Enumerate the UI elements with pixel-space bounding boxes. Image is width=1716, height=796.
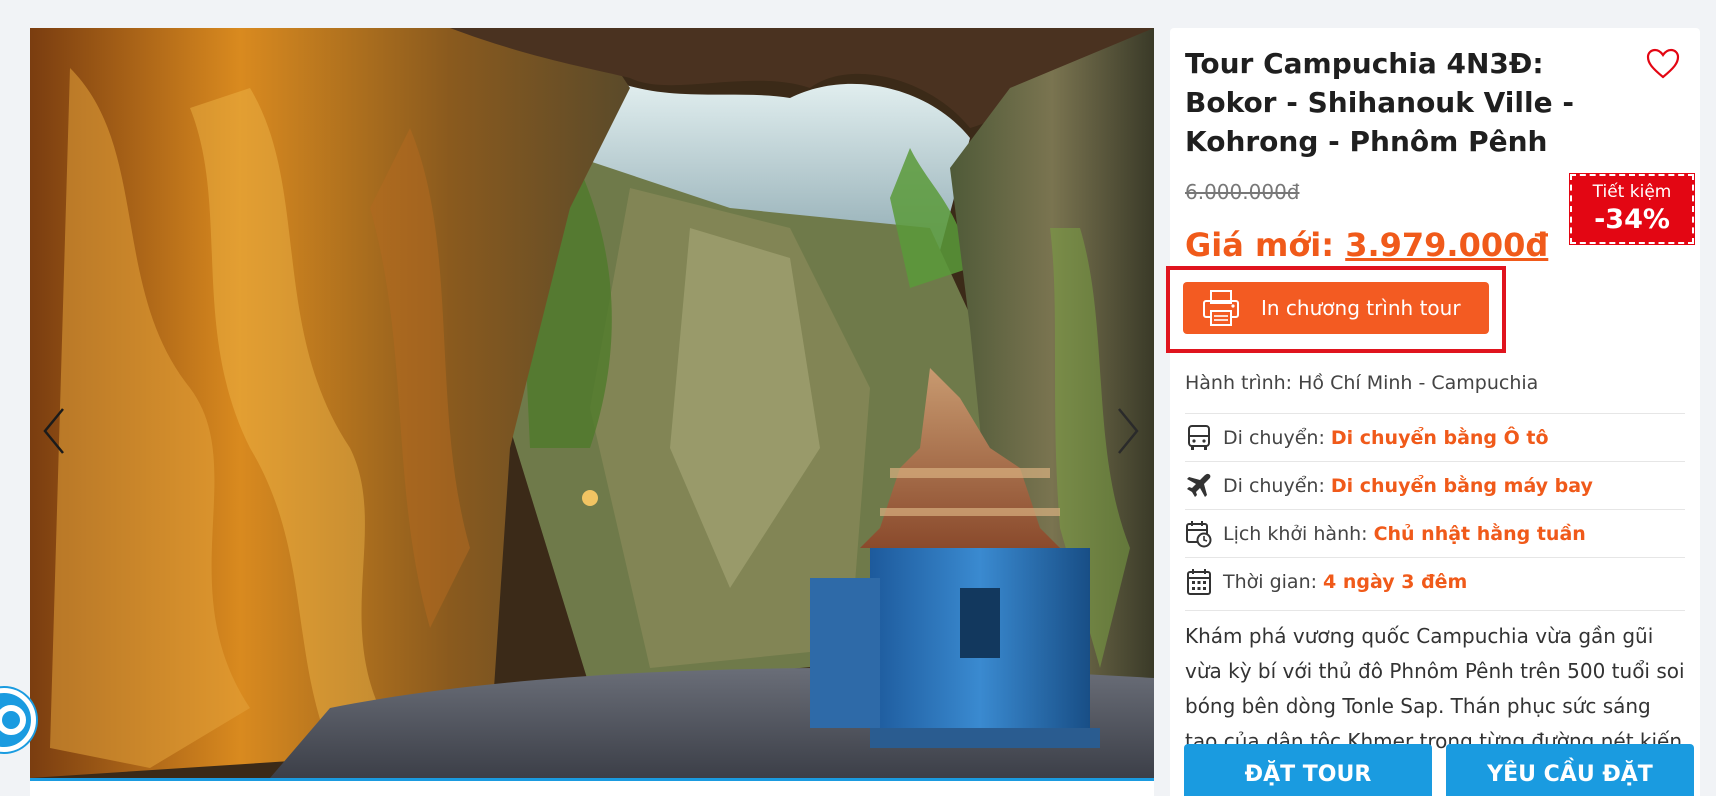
old-price: 6.000.000đ bbox=[1185, 180, 1300, 204]
discount-label: Tiết kiệm bbox=[1592, 182, 1672, 202]
gallery-thumbnail-strip bbox=[30, 778, 1154, 796]
gallery-next-arrow[interactable] bbox=[1108, 398, 1148, 464]
print-tour-program-button[interactable]: In chương trình tour bbox=[1183, 282, 1489, 334]
transport-plane-row: Di chuyển: Di chuyển bằng máy bay bbox=[1185, 461, 1685, 509]
calendar-icon bbox=[1185, 568, 1213, 596]
gallery-prev-arrow[interactable] bbox=[34, 398, 74, 464]
transport-plane-label: Di chuyển: bbox=[1223, 474, 1325, 497]
discount-percent: -34% bbox=[1594, 204, 1670, 235]
printer-icon bbox=[1197, 282, 1245, 334]
cave-temple-photo bbox=[30, 28, 1154, 778]
chevron-right-icon bbox=[1118, 408, 1139, 454]
tour-detail-panel: Tour Campuchia 4N3Đ: Bokor - Shihanouk V… bbox=[1166, 28, 1700, 796]
discount-badge: Tiết kiệm -34% bbox=[1569, 173, 1695, 245]
tour-title: Tour Campuchia 4N3Đ: Bokor - Shihanouk V… bbox=[1185, 47, 1574, 158]
departure-schedule-value: Chủ nhật hằng tuần bbox=[1373, 522, 1586, 545]
duration-value: 4 ngày 3 đêm bbox=[1323, 570, 1468, 593]
calendar-clock-icon bbox=[1185, 520, 1213, 548]
transport-car-row: Di chuyển: Di chuyển bằng Ô tô bbox=[1185, 413, 1685, 461]
new-price-label: Giá mới: bbox=[1185, 226, 1335, 264]
transport-plane-value: Di chuyển bằng máy bay bbox=[1330, 474, 1593, 497]
tour-route: Hành trình: Hồ Chí Minh - Campuchia bbox=[1185, 372, 1539, 394]
new-price: Giá mới: 3.979.000đ bbox=[1185, 226, 1548, 264]
airplane-icon bbox=[1185, 472, 1213, 500]
transport-car-label: Di chuyển: bbox=[1223, 426, 1325, 449]
duration-row: Thời gian: 4 ngày 3 đêm bbox=[1185, 557, 1685, 605]
bus-icon bbox=[1185, 424, 1213, 452]
chat-icon bbox=[0, 705, 26, 735]
tour-image-gallery[interactable] bbox=[30, 28, 1154, 778]
chevron-left-icon bbox=[43, 408, 64, 454]
departure-schedule-row: Lịch khởi hành: Chủ nhật hằng tuần bbox=[1185, 509, 1685, 557]
duration-label: Thời gian: bbox=[1223, 570, 1318, 593]
new-price-value: 3.979.000đ bbox=[1345, 226, 1549, 264]
book-tour-button[interactable]: ĐẶT TOUR bbox=[1184, 744, 1432, 796]
favorite-heart-icon[interactable] bbox=[1646, 48, 1680, 80]
departure-schedule-label: Lịch khởi hành: bbox=[1223, 522, 1368, 545]
print-button-label: In chương trình tour bbox=[1261, 296, 1461, 320]
request-booking-button[interactable]: YÊU CẦU ĐẶT bbox=[1446, 744, 1694, 796]
transport-car-value: Di chuyển bằng Ô tô bbox=[1330, 426, 1549, 449]
